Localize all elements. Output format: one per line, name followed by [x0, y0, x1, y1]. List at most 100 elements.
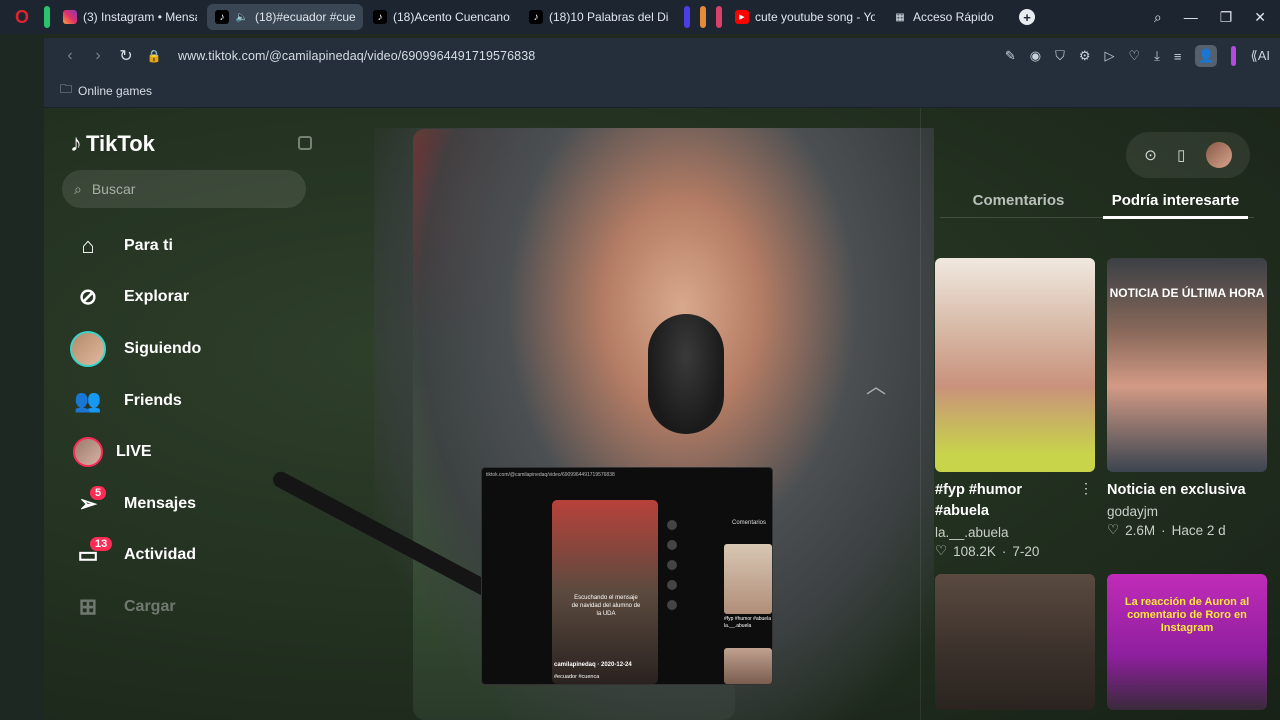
new-tab-button[interactable]: + — [1019, 9, 1035, 25]
phone-icon[interactable]: ▯ — [1177, 146, 1185, 164]
workspace-pill-pink[interactable] — [716, 6, 722, 28]
video-thumbnail[interactable] — [935, 574, 1095, 710]
youtube-icon: ▶ — [735, 10, 749, 24]
tab-podria-interesarte[interactable]: Podría interesarte — [1097, 188, 1254, 219]
sidebar-item-label: Cargar — [124, 597, 176, 615]
sidebar-item-cargar[interactable]: ⊞ Cargar — [70, 581, 201, 633]
video-card[interactable]: #fyp #humor #abuela la.__.abuela ♡ 108.2… — [935, 258, 1095, 559]
edit-icon[interactable]: ✎ — [1005, 48, 1016, 64]
video-card[interactable] — [935, 574, 1095, 710]
workspace-pill-green[interactable] — [44, 6, 50, 28]
speaker-icon[interactable]: 🔈 — [235, 10, 249, 24]
search-input[interactable]: ⌕ Buscar — [62, 170, 306, 208]
send-icon: ➢ 5 — [70, 485, 107, 522]
tab-palabras-dialecto[interactable]: ♪ (18)10 Palabras del Dialec — [521, 4, 677, 30]
tab-title: (18)Acento Cuencano: La — [393, 10, 511, 24]
ai-icon[interactable]: ⟪AI — [1250, 48, 1270, 64]
vpn-icon[interactable]: ⚙ — [1079, 48, 1091, 64]
video-thumbnail[interactable]: La reacción de Auron al comentario de Ro… — [1107, 574, 1267, 710]
forward-icon[interactable]: › — [84, 47, 112, 65]
bookmarks-bar: 🗀 Online games — [44, 74, 1280, 108]
sidebar-item-explorar[interactable]: ⊘ Explorar — [70, 272, 201, 324]
workspace-pill-orange[interactable] — [700, 6, 706, 28]
search-placeholder: Buscar — [91, 181, 136, 197]
sidebar-item-label: LIVE — [116, 443, 152, 461]
video-thumbnail[interactable] — [935, 258, 1095, 472]
heart-icon[interactable]: ♡ — [1128, 48, 1140, 64]
tiktok-logo[interactable]: ♪ TikTok — [70, 130, 155, 158]
back-icon[interactable]: ‹ — [56, 47, 84, 65]
bookmark-folder-online-games[interactable]: Online games — [78, 84, 152, 98]
card-author[interactable]: godayjm — [1107, 504, 1267, 519]
sidebar-item-live[interactable]: LIVE — [70, 426, 201, 478]
mini-author: camilapinedaq · 2020-12-24 — [554, 662, 632, 668]
compass-icon: ⊘ — [78, 284, 98, 310]
collapse-sidebar-icon[interactable] — [298, 136, 312, 150]
close-icon[interactable]: ✕ — [1254, 9, 1266, 26]
tab-instagram[interactable]: (3) Instagram • Mensajes — [55, 4, 205, 30]
sidebar-item-mensajes[interactable]: ➢ 5 Mensajes — [70, 478, 201, 530]
thumb-overlay-text: La reacción de Auron al comentario de Ro… — [1124, 596, 1250, 634]
top-actions: ⊙ ▯ — [1126, 132, 1250, 178]
thumb-overlay-text: NOTICIA DE ÚLTIMA HORA — [1109, 286, 1265, 300]
workspace-pill-purple[interactable] — [1231, 46, 1237, 66]
video-card[interactable]: NOTICIA DE ÚLTIMA HORA Noticia en exclus… — [1107, 258, 1267, 538]
minimize-icon[interactable]: — — [1184, 9, 1198, 25]
heart-icon: ♡ — [1107, 522, 1120, 537]
sidebar-item-label: Siguiendo — [124, 339, 202, 357]
sidebar-item-actividad[interactable]: ▭ 13 Actividad — [70, 530, 201, 582]
mini-tags: #ecuador #cuenca — [554, 674, 600, 680]
mini-thumb — [724, 544, 772, 614]
sidebar-item-siguiendo[interactable]: Siguiendo — [70, 323, 201, 375]
instagram-icon — [63, 10, 77, 24]
download-icon[interactable]: ⤓ — [1154, 48, 1160, 64]
tab-title: (3) Instagram • Mensajes — [83, 10, 197, 24]
restore-icon[interactable]: ❐ — [1220, 9, 1233, 26]
christmas-tree — [413, 129, 543, 389]
video-card[interactable]: La reacción de Auron al comentario de Ro… — [1107, 574, 1267, 710]
menu-icon[interactable]: ≡ — [1174, 49, 1182, 64]
card-date: Hace 2 d — [1171, 522, 1226, 538]
home-icon: ⌂ — [81, 232, 95, 258]
tab-acceso-rapido[interactable]: ▦ Acceso Rápido — [885, 4, 1005, 30]
mini-url: tiktok.com/@camilapinedaq/video/69099644… — [486, 472, 615, 478]
play-icon[interactable]: ▷ — [1104, 48, 1114, 64]
video-thumbnail[interactable]: NOTICIA DE ÚLTIMA HORA — [1107, 258, 1267, 472]
activity-badge: 13 — [90, 537, 113, 552]
more-icon[interactable]: ⋮ — [1079, 480, 1093, 497]
profile-avatar[interactable] — [1205, 142, 1232, 168]
workspace-pill-blue[interactable] — [684, 6, 690, 28]
sidebar-item-label: Actividad — [124, 546, 197, 564]
card-author[interactable]: la.__.abuela — [935, 525, 1095, 540]
card-date: 7-20 — [1012, 543, 1040, 559]
tab-ecuador-cuenca[interactable]: ♪ 🔈 (18)#ecuador #cuenca — [207, 4, 363, 30]
tab-title: (18)10 Palabras del Dialec — [549, 10, 669, 24]
search-tabs-icon[interactable]: ⌕ — [1154, 9, 1162, 26]
tab-comentarios[interactable]: Comentarios — [940, 188, 1097, 217]
sidebar-item-para-ti[interactable]: ⌂ Para ti — [70, 220, 201, 272]
card-title[interactable]: Noticia en exclusiva — [1107, 480, 1267, 501]
mini-video — [552, 500, 658, 684]
sidebar-nav: ⌂ Para ti ⊘ Explorar Siguiendo 👥 Friends… — [70, 220, 201, 633]
card-title[interactable]: #fyp #humor #abuela — [935, 480, 1095, 522]
mini-caption: Escuchando el mensaje de navidad del alu… — [571, 595, 641, 617]
tab-acento-cuencano[interactable]: ♪ (18)Acento Cuencano: La — [365, 4, 519, 30]
address-bar: ‹ › ↻ 🔒 www.tiktok.com/@camilapinedaq/vi… — [44, 38, 1280, 74]
sidebar-item-friends[interactable]: 👥 Friends — [70, 375, 201, 427]
shield-icon[interactable]: ⛉ — [1055, 48, 1065, 64]
friends-icon: 👥 — [74, 387, 102, 413]
opera-sidebar — [0, 34, 44, 720]
opera-logo[interactable]: O — [0, 0, 44, 34]
tiktok-icon: ♪ — [373, 10, 387, 24]
profile-icon[interactable]: 👤 — [1195, 45, 1218, 67]
tab-youtube[interactable]: ▶ cute youtube song - YouT — [727, 4, 883, 30]
camera-icon[interactable]: ◉ — [1030, 48, 1041, 64]
lock-icon[interactable]: 🔒 — [140, 49, 168, 63]
mini-thumb — [724, 648, 772, 684]
column-divider — [920, 108, 921, 720]
url-field[interactable]: www.tiktok.com/@camilapinedaq/video/6909… — [178, 49, 535, 63]
coin-icon[interactable]: ⊙ — [1144, 146, 1157, 164]
reload-icon[interactable]: ↻ — [112, 46, 140, 66]
chevron-up-icon[interactable]: ︿ — [866, 370, 886, 399]
right-tabs: Comentarios Podría interesarte — [940, 188, 1254, 219]
